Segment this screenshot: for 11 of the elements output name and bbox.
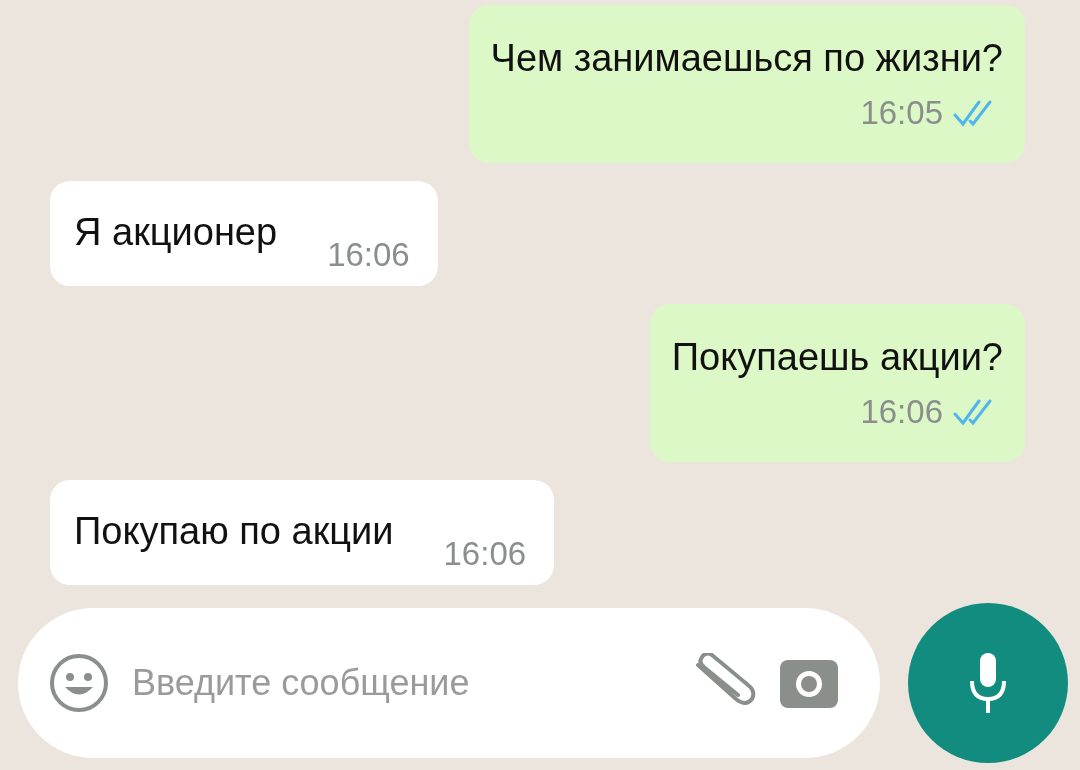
message-time: 16:06	[860, 393, 943, 431]
message-text: Чем занимаешься по жизни?	[490, 37, 1003, 80]
message-text: Я акционер	[74, 211, 278, 254]
message-time: 16:06	[327, 236, 410, 274]
message-text: Покупаю по акции	[74, 510, 394, 553]
microphone-icon	[968, 651, 1008, 715]
message-input-field[interactable]: Введите сообщение	[130, 661, 668, 705]
message-time: 16:06	[443, 535, 527, 573]
emoji-icon[interactable]	[48, 652, 110, 714]
message-text: Покупаешь акции?	[671, 336, 1003, 379]
message-time: 16:05	[860, 94, 943, 132]
